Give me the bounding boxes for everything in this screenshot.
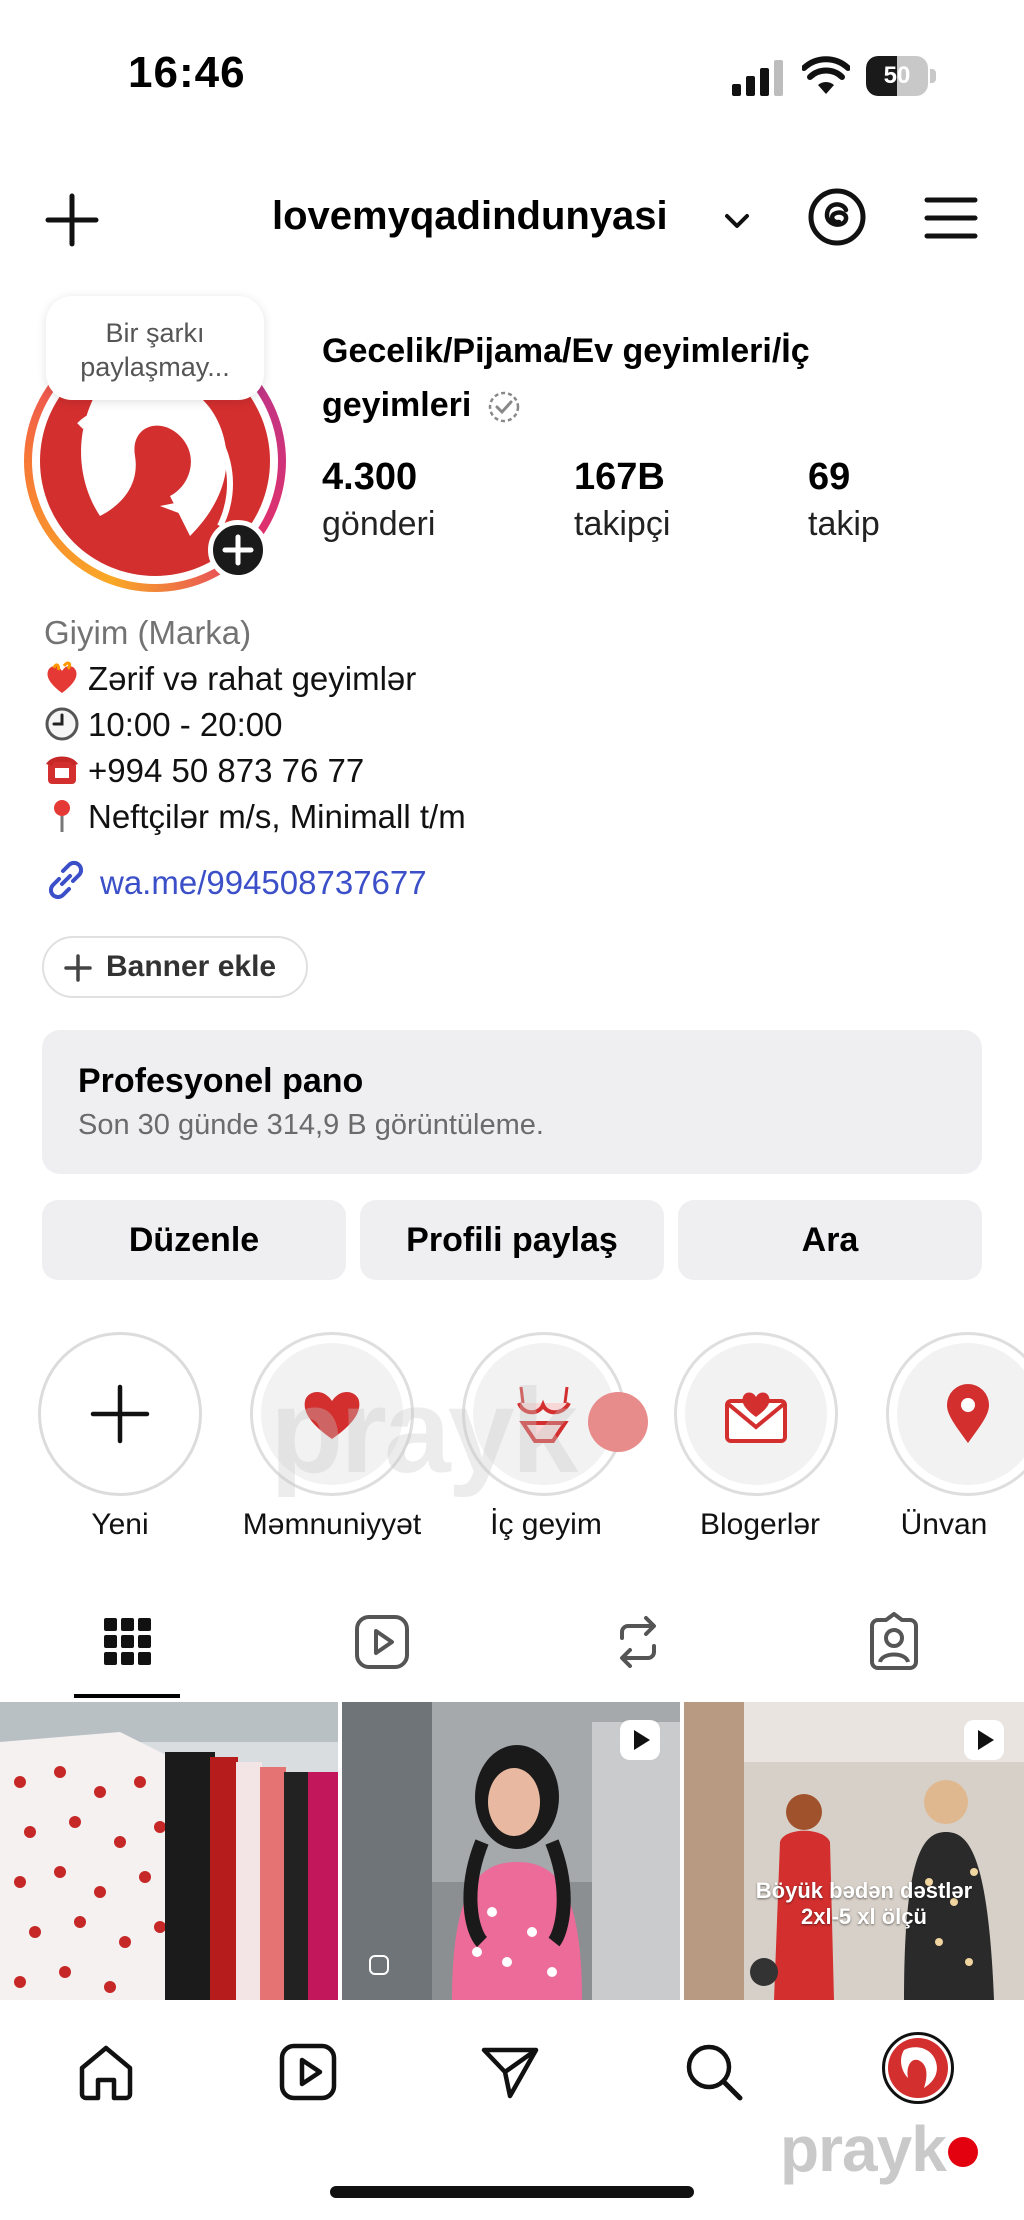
caption-line-2: 2xl-5 xl ölçü: [801, 1904, 927, 1929]
bio-hours: 10:00 - 20:00: [88, 706, 283, 743]
bio-link-text[interactable]: wa.me/994508737677: [100, 864, 427, 901]
profile-full-name: Gecelik/Pijama/Ev geyimleri/İç geyimleri: [322, 324, 882, 432]
bio-line: +994 50 873 76 77: [44, 752, 364, 790]
bio-line: Neftçilər m/s, Minimall t/m: [44, 798, 466, 836]
highlight-label-lingerie: İç geyim: [490, 1508, 602, 1541]
envelope-heart-icon: [725, 1392, 787, 1443]
cellular-signal-icon: [732, 60, 783, 96]
profile-category: Giyim (Marka): [44, 614, 252, 651]
dashboard-title: Profesyonel pano: [78, 1062, 364, 1100]
verified-check-icon: [488, 391, 520, 423]
watermark-logo: prayk: [780, 2112, 978, 2186]
reel-thumbnail[interactable]: [342, 1702, 680, 2000]
add-banner-button[interactable]: Banner ekle: [42, 936, 308, 998]
add-story-button[interactable]: [208, 520, 268, 580]
battery-indicator: 50: [866, 56, 936, 96]
highlight-label-satisfaction: Məmnuniyyət: [242, 1508, 422, 1541]
add-banner-label: Banner ekle: [106, 950, 277, 983]
home-indicator: [330, 2186, 694, 2198]
menu-hamburger-icon[interactable]: [924, 194, 978, 242]
bio-phone: +994 50 873 76 77: [88, 752, 365, 789]
posts-label: gönderi: [322, 505, 436, 543]
bio-line: 10:00 - 20:00: [44, 706, 283, 744]
bio-link[interactable]: wa.me/994508737677: [44, 858, 427, 902]
posts-count: 4.300: [322, 456, 418, 498]
post-caption-overlay: Böyük bədən dəstlər 2xl-5 xl ölçü: [744, 1878, 984, 1930]
search-icon[interactable]: [682, 2040, 746, 2104]
grid-tab-icon[interactable]: [98, 1612, 158, 1672]
active-tab-indicator: [74, 1694, 180, 1698]
highlight-bloggers[interactable]: [674, 1332, 838, 1496]
profile-nav-avatar[interactable]: [882, 2032, 954, 2104]
watermark-overlay-text: prayk: [270, 1364, 578, 1498]
post-thumbnail[interactable]: [0, 1702, 338, 2000]
watermark-text: prayk: [780, 2113, 947, 2185]
highlight-label-new: Yeni: [91, 1508, 149, 1541]
account-username[interactable]: lovemyqadindunyasi: [272, 194, 668, 239]
threads-icon[interactable]: [806, 186, 868, 248]
followers-label: takipçi: [574, 505, 671, 543]
clock-emoji: [45, 707, 79, 741]
notes-bubble[interactable]: Bir şarkı paylaşmay...: [46, 296, 264, 400]
heart-fire-emoji: [47, 661, 77, 693]
watermark-dot: [588, 1392, 648, 1452]
tagged-tab-icon[interactable]: [864, 1612, 924, 1672]
direct-message-icon[interactable]: [478, 2040, 542, 2104]
create-plus-icon[interactable]: [44, 192, 100, 248]
discover-search-button[interactable]: Ara: [678, 1200, 982, 1280]
reel-badge-icon: [964, 1720, 1004, 1760]
highlight-label-bloggers: Blogerlər: [699, 1508, 821, 1541]
reel-badge-icon: [620, 1720, 660, 1760]
highlight-label-address: Ünvan: [900, 1508, 988, 1541]
reel-thumbnail[interactable]: Böyük bədən dəstlər 2xl-5 xl ölçü: [684, 1702, 1024, 2000]
watermark-overlay: prayk: [270, 1362, 578, 1500]
reposts-tab-icon[interactable]: [608, 1612, 668, 1672]
caption-line-1: Böyük bədən dəstlər: [755, 1878, 973, 1903]
reels-nav-icon[interactable]: [276, 2040, 340, 2104]
highlight-new[interactable]: [38, 1332, 202, 1496]
wifi-icon: [802, 56, 850, 94]
professional-dashboard-card[interactable]: Profesyonel pano Son 30 günde 314,9 B gö…: [42, 1030, 982, 1174]
stat-following[interactable]: 69 takip: [808, 456, 880, 544]
location-pin-icon: [947, 1384, 989, 1443]
edit-profile-button[interactable]: Düzenle: [42, 1200, 346, 1280]
telephone-emoji: [46, 756, 78, 784]
dashboard-subtitle: Son 30 günde 314,9 B görüntüleme.: [78, 1109, 544, 1141]
following-count: 69: [808, 456, 851, 498]
reels-tab-icon[interactable]: [352, 1612, 412, 1672]
link-icon: [48, 860, 84, 900]
plus-icon: [64, 954, 92, 982]
status-time: 16:46: [128, 48, 246, 97]
full-name-text: Gecelik/Pijama/Ev geyimleri/İç geyimleri: [322, 332, 810, 424]
bio-line: Zərif və rahat geyimlər: [44, 660, 416, 698]
plus-icon: [90, 1384, 150, 1444]
stat-posts[interactable]: 4.300 gönderi: [322, 456, 435, 544]
bio-address: Neftçilər m/s, Minimall t/m: [88, 798, 466, 835]
highlight-address[interactable]: [886, 1332, 1024, 1496]
bio-tagline: Zərif və rahat geyimlər: [88, 660, 417, 697]
stat-followers[interactable]: 167B takipçi: [574, 456, 670, 544]
battery-percent: 50: [883, 62, 911, 89]
following-label: takip: [808, 505, 880, 543]
share-profile-button[interactable]: Profili paylaş: [360, 1200, 664, 1280]
followers-count: 167B: [574, 456, 665, 498]
pushpin-emoji: [54, 800, 70, 832]
chevron-down-icon[interactable]: [722, 206, 752, 236]
home-icon[interactable]: [74, 2040, 138, 2104]
